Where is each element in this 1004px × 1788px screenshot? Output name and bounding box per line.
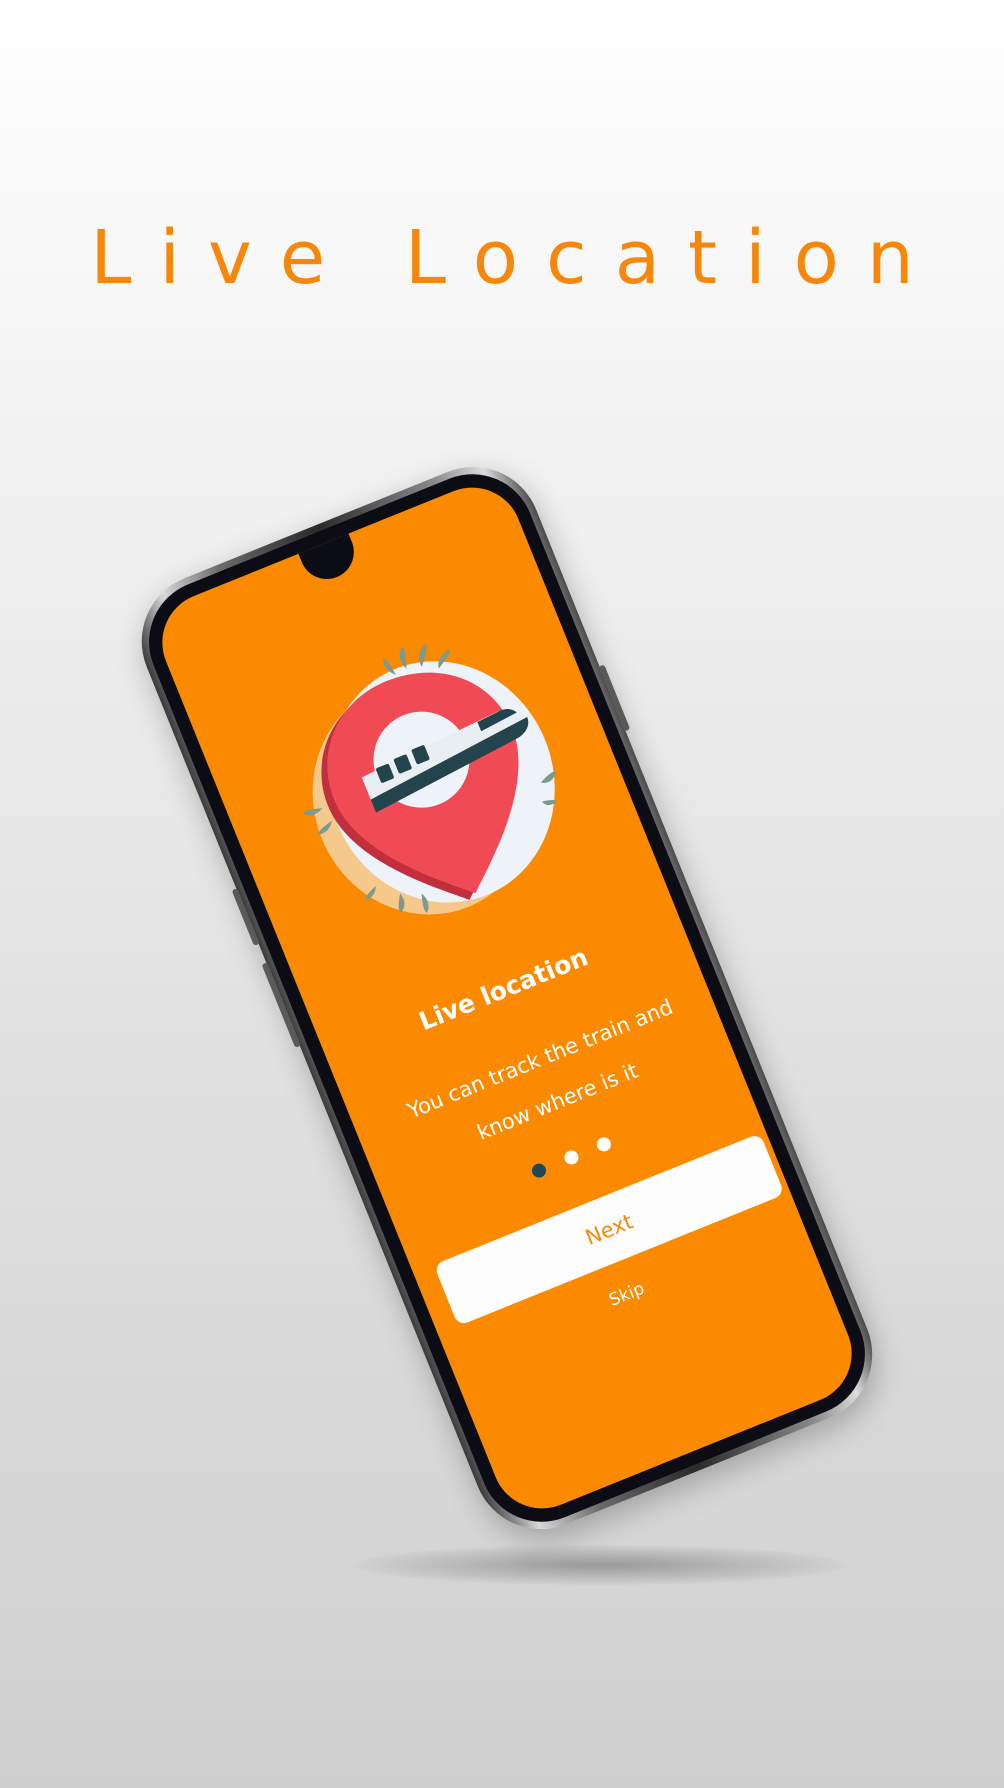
power-button — [598, 664, 631, 732]
app-screen: Live location You can track the train an… — [147, 472, 867, 1524]
train-location-pin-icon — [303, 643, 558, 915]
phone-shadow — [355, 1545, 845, 1585]
pagination-dot-3[interactable] — [594, 1135, 614, 1154]
camera-notch — [297, 531, 362, 588]
promo-title: Live Location — [90, 215, 942, 301]
onboarding-promo-screen: { "promo": { "title": "Live Location" },… — [0, 0, 1004, 1788]
phone-bezel: Live location You can track the train an… — [130, 455, 884, 1541]
phone-mockup: Live location You can track the train an… — [121, 446, 893, 1550]
volume-up-button — [231, 888, 260, 946]
pagination-dot-1[interactable] — [529, 1161, 549, 1180]
pagination-dot-2[interactable] — [562, 1148, 581, 1167]
